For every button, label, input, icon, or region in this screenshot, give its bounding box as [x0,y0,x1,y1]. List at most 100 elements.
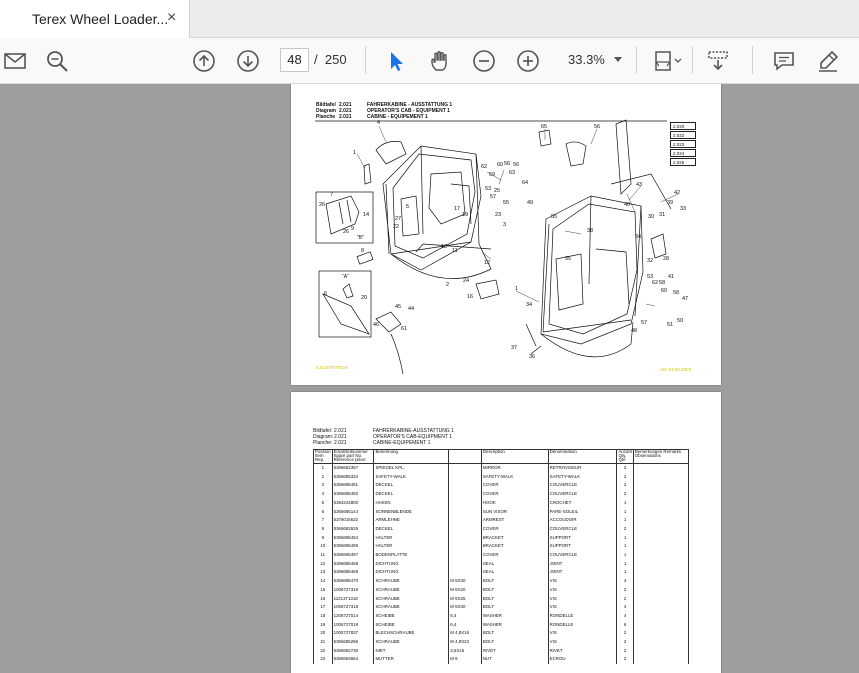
cell-description: BOLT [480,603,549,612]
callout-label: 45 [395,304,402,310]
table-row[interactable]: 3 5366685481 DECKEL COVER COUVERCLE 2 [313,481,690,491]
page-up-icon[interactable] [189,46,219,76]
table-row[interactable]: 7 5376015632 ARMLEHNE ARMREST ACCOUDOIR 1 [313,516,690,525]
cell-position: 2 [313,472,333,482]
chevron-down-icon[interactable] [614,57,622,62]
cell-quantity: 4 [616,577,634,586]
callout-label: 50 [677,318,684,324]
cell-benennung: SCHEIBE [373,611,450,621]
table-row[interactable]: 22 5366682730 NIET 3,6X16 RIVET RIVET 2 [313,646,690,656]
document-tab[interactable]: Terex Wheel Loader... × [0,0,190,38]
callout-label: 57 [641,320,648,326]
callout-label: 59 [489,172,496,178]
cell-denomination: RONDELLE [547,611,618,621]
cell-benennung: DECKEL [373,481,450,491]
cell-part-number: 5366685482 [331,490,375,499]
cell-description: BOLT [480,577,549,586]
cell-part-number: 5366685495 [331,542,375,552]
select-cursor-icon[interactable] [381,46,411,76]
cell-position: 23 [313,655,333,665]
table-row[interactable]: 20 1005727837 BLECHSCHRAUBE M 4,8X16 BOLT VIS… [313,629,690,639]
cell-denomination: VIS [547,585,618,595]
page-down-icon[interactable] [233,46,263,76]
callout-label: 28 [663,256,670,262]
cell-part-number: 5366685470 [331,577,375,586]
table-row[interactable]: 1 5366682357 SPIEGEL KPL. MIRROR RETROVISEUR… [313,463,690,473]
highlight-pen-icon[interactable] [813,46,843,76]
close-tab-icon[interactable]: × [167,9,176,27]
fit-page-icon[interactable] [648,46,688,76]
cell-position: 9 [313,533,333,543]
table-row[interactable]: 23 5366683664 MUTTER M 6 NUT ECROU 2 [313,655,690,665]
callout-label: 26 [343,229,350,235]
table-row[interactable]: 19 1006727018 SCHEIBE 6,4 WASHER RONDELLE 6 [313,620,690,630]
cell-benennung: SCHRAUBE [373,603,450,612]
callout-label: 44 [408,306,415,312]
table-row[interactable]: 5 5354244800 HAKEN HOOK CROCHET 1 [313,498,690,508]
cell-size [448,472,482,482]
col-part-number: Ersatzteilnummer Spare part No. Référenc… [331,449,375,464]
mail-icon[interactable] [0,46,30,76]
callout-label: 35 [565,256,572,262]
cell-benennung: SCHEIBE [373,620,450,630]
cell-benennung: SPIEGEL KPL. [373,463,450,473]
cell-part-number: 5366685494 [331,533,375,543]
document-viewer[interactable]: Bildtafel Diagram Planche 2.021 2.021 2.021 … [0,84,859,673]
zoom-out-icon[interactable] [469,46,499,76]
callout-label: 61 [401,326,408,332]
table-row[interactable]: 6 5366685144 SONNENBLENDE SUN VISOR PARE-SOL… [313,507,690,517]
table-row[interactable]: 8 5366682626 DECKEL COVER COUVERCLE 2 [313,524,690,534]
cell-denomination: COUVERCLE [547,551,618,560]
callout-label: 5 [406,204,410,210]
cell-size [448,463,482,473]
rotate-icon[interactable] [703,46,733,76]
toolbar-divider [692,46,693,74]
page-number-input[interactable]: 48 [280,48,309,72]
cell-size [448,481,482,491]
table-row[interactable]: 15 1006727318 SCHRAUBE M 6X20 BOLT VIS 2 [313,585,690,595]
cell-denomination: COUVERCLE [547,481,618,491]
cell-benennung: HALTER [373,542,450,552]
cell-benennung: SAFETY-WALK [373,472,450,482]
table-row[interactable]: 2 5366685334 SAFETY-WALK SAFETY-WALK SAFETY-… [313,472,690,482]
cell-position: 6 [313,507,333,517]
callout-label: 32 [647,258,654,264]
search-icon[interactable] [42,46,72,76]
table-row[interactable]: 17 1006727318 SCHRAUBE M 6X30 BOLT VIS 4 [313,603,690,612]
comment-icon[interactable] [769,46,799,76]
table-row[interactable]: 10 5366685495 HALTER BRACKET SUPPORT 1 [313,542,690,552]
callout-label: 55 [503,200,510,206]
cell-quantity: 1 [616,568,634,578]
callout-label: 39 [667,200,674,206]
cell-denomination: COUVERCLE [547,490,618,499]
cell-denomination: JOINT [547,559,618,569]
hand-tool-icon[interactable] [425,46,455,76]
cell-position: 19 [313,620,333,630]
table-row[interactable]: 16 1121371318 SCHRAUBE M 6X25 BOLT VIS 2 [313,594,690,604]
cab-left-drawing [356,141,500,300]
cell-part-number: 5366685468 [331,559,375,569]
cell-size [448,498,482,508]
cell-size [448,559,482,569]
table-row[interactable]: 11 5366685497 BODENPLATTE COVER COUVERCLE 1 [313,551,690,560]
table-row[interactable]: 12 5366685468 DICHTUNG SEAL JOINT 1 [313,559,690,569]
cell-position: 12 [313,559,333,569]
col-benennung: Benennung [373,449,450,464]
table-row[interactable]: 9 5366685494 HALTER BRACKET SUPPORT 1 [313,533,690,543]
table-row[interactable]: 14 5366685470 SCHRAUBE M 6X30 BOLT VIS 4 [313,577,690,586]
cell-position: 18 [313,611,333,621]
cell-denomination: VIS [547,577,618,586]
zoom-in-icon[interactable] [513,46,543,76]
cell-benennung: DICHTUNG [373,559,450,569]
callout-label: 17 [454,206,461,212]
table-row[interactable]: 4 5366685482 DECKEL COVER COUVERCLE 2 [313,490,690,499]
cell-part-number: 5366682730 [331,646,375,656]
table-row[interactable]: 18 1206727014 SCHEIBE 6,4 WASHER RONDELLE 4 [313,611,690,621]
cell-remarks [632,490,690,499]
cell-benennung: NIET [373,646,450,656]
table-row[interactable]: 21 5366685296 SCHRAUBE M 4,8X22 BOLT VIS 2 [313,638,690,647]
callout-label: 6 [324,291,328,297]
table-row[interactable]: 13 5366685469 DICHTUNG SEAL JOINT 1 [313,568,690,578]
cell-description: COVER [480,524,549,534]
callout-label: 55 [551,214,558,220]
